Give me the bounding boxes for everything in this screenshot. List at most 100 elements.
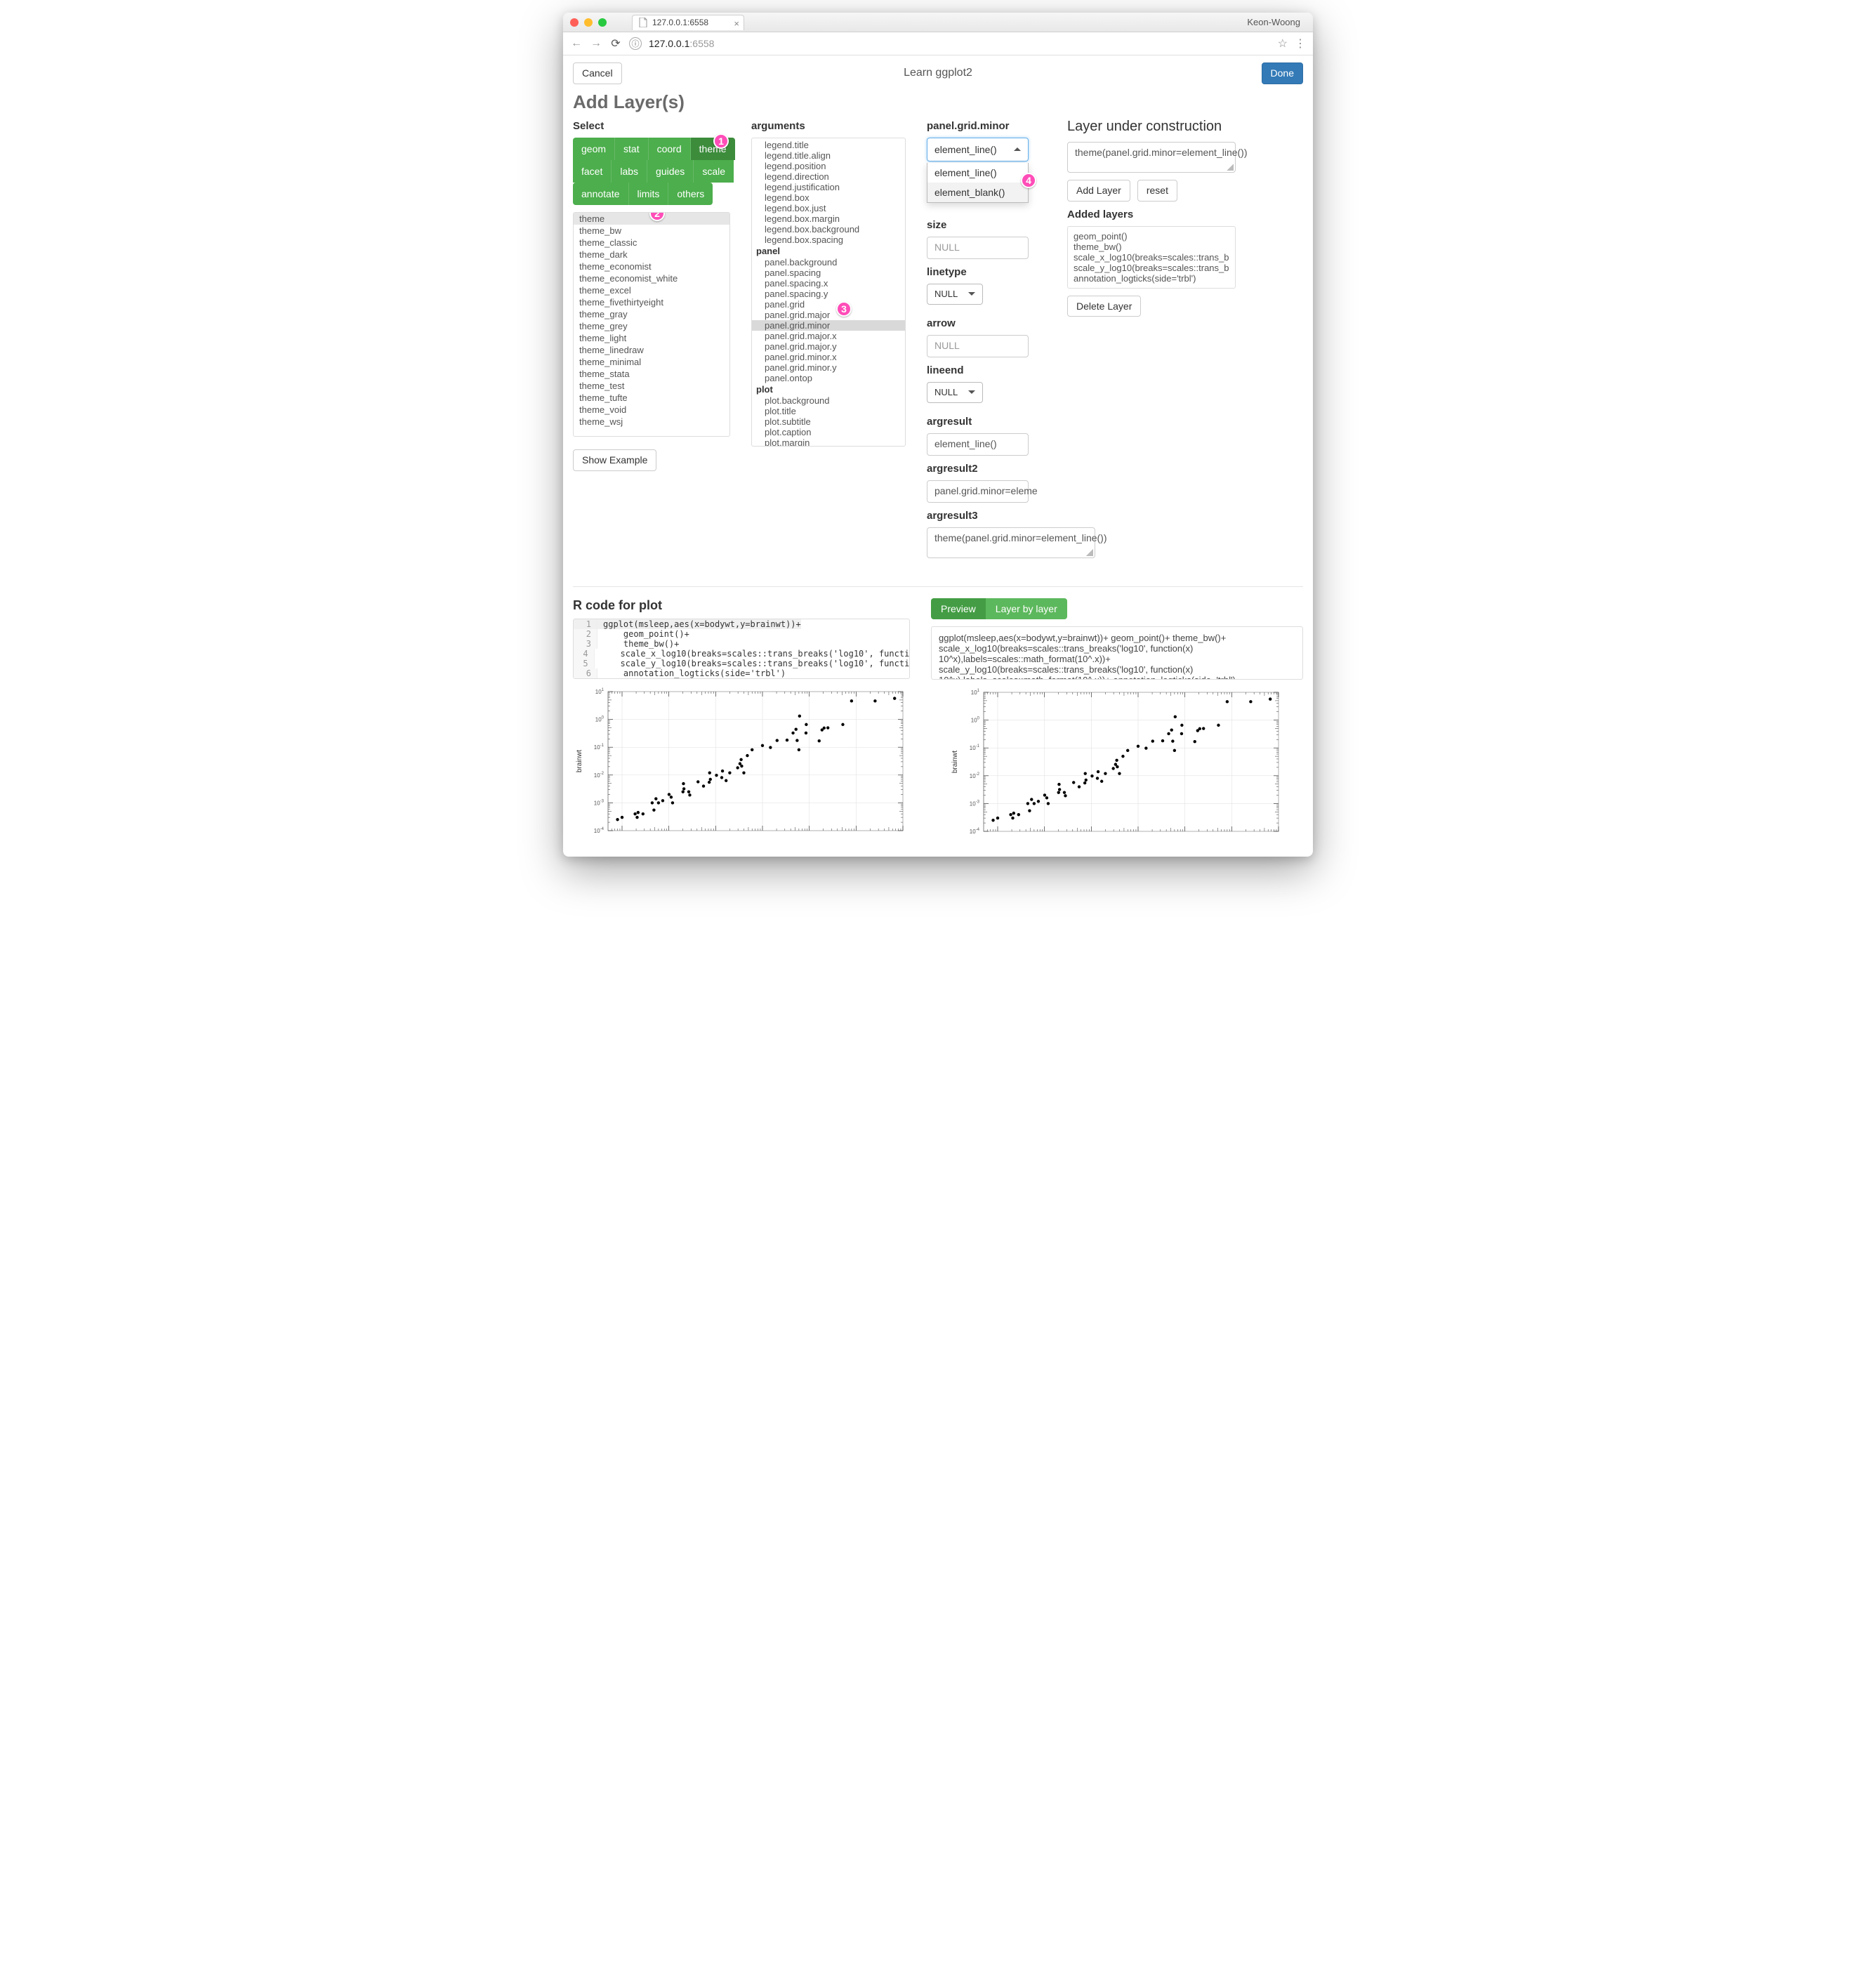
minimize-window-icon[interactable] bbox=[584, 18, 593, 27]
pill-geom[interactable]: geom bbox=[573, 138, 615, 160]
nav-back-icon[interactable]: ← bbox=[570, 37, 583, 50]
svg-text:10-3: 10-3 bbox=[970, 800, 980, 807]
linetype-dropdown[interactable]: NULL bbox=[927, 284, 983, 305]
arg-item[interactable]: legend.box.background bbox=[752, 224, 905, 235]
show-example-button[interactable]: Show Example bbox=[573, 449, 656, 471]
list-item[interactable]: theme_excel bbox=[574, 284, 729, 296]
list-item[interactable]: theme_tufte bbox=[574, 392, 729, 404]
arg-item[interactable]: legend.position bbox=[752, 161, 905, 171]
arg-item[interactable]: panel.ontop bbox=[752, 373, 905, 383]
pill-annotate[interactable]: annotate bbox=[573, 183, 629, 205]
layer-line[interactable]: annotation_logticks(side='trbl') bbox=[1074, 273, 1229, 284]
arg-item[interactable]: panel.spacing.x bbox=[752, 278, 905, 289]
arg-item[interactable]: panel.grid.major.y bbox=[752, 341, 905, 352]
layer-line[interactable]: scale_x_log10(breaks=scales::trans_break… bbox=[1074, 252, 1229, 263]
size-input[interactable]: NULL bbox=[927, 237, 1029, 259]
list-item[interactable]: theme_dark bbox=[574, 249, 729, 260]
list-item[interactable]: theme_gray bbox=[574, 308, 729, 320]
layer-line[interactable]: theme_bw() bbox=[1074, 242, 1229, 252]
arrow-input[interactable]: NULL bbox=[927, 335, 1029, 357]
pill-stat[interactable]: stat bbox=[615, 138, 649, 160]
pill-labs[interactable]: labs bbox=[612, 160, 647, 183]
arg-item[interactable]: panel.grid.minor.y bbox=[752, 362, 905, 373]
construction-textarea[interactable]: theme(panel.grid.minor=element_line()) bbox=[1067, 142, 1236, 173]
done-button[interactable]: Done bbox=[1262, 62, 1303, 84]
layer-line[interactable]: geom_point() bbox=[1074, 231, 1229, 242]
arguments-list[interactable]: legend.titlelegend.title.alignlegend.pos… bbox=[751, 138, 906, 447]
list-item[interactable]: theme_bw bbox=[574, 225, 729, 237]
browser-tab-title: 127.0.0.1:6558 bbox=[652, 18, 708, 27]
arg-item[interactable]: legend.title.align bbox=[752, 150, 905, 161]
menu-icon[interactable]: ⋮ bbox=[1295, 37, 1306, 51]
list-item[interactable]: theme_void bbox=[574, 404, 729, 416]
list-item[interactable]: theme_light bbox=[574, 332, 729, 344]
arg-item[interactable]: plot.background bbox=[752, 395, 905, 406]
argresult2-input[interactable]: panel.grid.minor=eleme bbox=[927, 480, 1029, 503]
pill-scale[interactable]: scale bbox=[694, 160, 734, 183]
close-window-icon[interactable] bbox=[570, 18, 579, 27]
pill-guides[interactable]: guides bbox=[647, 160, 694, 183]
pill-coord[interactable]: coord bbox=[649, 138, 691, 160]
arg-item[interactable]: legend.box bbox=[752, 192, 905, 203]
lineend-dropdown[interactable]: NULL bbox=[927, 382, 983, 403]
pill-facet[interactable]: facet bbox=[573, 160, 612, 183]
arg-item[interactable]: legend.box.just bbox=[752, 203, 905, 213]
tab-layerbylayer[interactable]: Layer by layer bbox=[986, 598, 1067, 619]
arg-item[interactable]: panel.grid.minor.x bbox=[752, 352, 905, 362]
argresult3-textarea[interactable]: theme(panel.grid.minor=element_line()) bbox=[927, 527, 1095, 558]
list-item[interactable]: theme_wsj bbox=[574, 416, 729, 428]
pill-others[interactable]: others bbox=[668, 183, 713, 205]
list-item[interactable]: theme_fivethirtyeight bbox=[574, 296, 729, 308]
arg-item[interactable]: panel.grid.minor bbox=[752, 320, 905, 331]
arg-item[interactable]: panel.grid bbox=[752, 299, 905, 310]
bookmark-icon[interactable]: ☆ bbox=[1278, 37, 1288, 51]
dropdown-option[interactable]: element_line() bbox=[927, 163, 1028, 183]
arg-item[interactable]: plot.title bbox=[752, 406, 905, 416]
profile-name[interactable]: Keon-Woong bbox=[1247, 17, 1306, 27]
list-item[interactable]: theme_economist_white bbox=[574, 272, 729, 284]
tab-close-icon[interactable]: × bbox=[734, 18, 739, 29]
delete-layer-button[interactable]: Delete Layer bbox=[1067, 296, 1141, 317]
dropdown-option[interactable]: element_blank() bbox=[927, 183, 1028, 202]
reload-icon[interactable]: ⟳ bbox=[609, 37, 622, 51]
browser-tab[interactable]: 127.0.0.1:6558 × bbox=[632, 15, 744, 30]
arg-item[interactable]: legend.justification bbox=[752, 182, 905, 192]
list-item[interactable]: theme_test bbox=[574, 380, 729, 392]
arg-item[interactable]: plot.caption bbox=[752, 427, 905, 437]
arg-item[interactable]: plot.subtitle bbox=[752, 416, 905, 427]
code-editor[interactable]: 1ggplot(msleep,aes(x=bodywt,y=brainwt))+… bbox=[573, 619, 910, 679]
list-item[interactable]: theme_linedraw bbox=[574, 344, 729, 356]
zoom-window-icon[interactable] bbox=[598, 18, 607, 27]
added-layers-list[interactable]: geom_point() theme_bw() scale_x_log10(br… bbox=[1067, 226, 1236, 289]
arg-item[interactable]: legend.direction bbox=[752, 171, 905, 182]
rcode-heading: R code for plot bbox=[573, 598, 910, 613]
list-item[interactable]: theme_economist bbox=[574, 260, 729, 272]
tab-preview[interactable]: Preview bbox=[931, 598, 986, 619]
argresult-input[interactable]: element_line() bbox=[927, 433, 1029, 456]
arg-item[interactable]: legend.box.spacing bbox=[752, 235, 905, 245]
add-layer-button[interactable]: Add Layer bbox=[1067, 180, 1130, 202]
list-item[interactable]: theme_minimal bbox=[574, 356, 729, 368]
arg-item[interactable]: plot.margin bbox=[752, 437, 905, 447]
param-main-dropdown[interactable]: element_line() bbox=[927, 138, 1029, 161]
cancel-button[interactable]: Cancel bbox=[573, 62, 622, 84]
arg-item[interactable]: legend.title bbox=[752, 140, 905, 150]
pill-limits[interactable]: limits bbox=[629, 183, 669, 205]
arg-item[interactable]: panel.spacing bbox=[752, 268, 905, 278]
theme-selector-list[interactable]: theme theme_bw theme_classic theme_dark … bbox=[573, 212, 730, 437]
list-item[interactable]: theme_grey bbox=[574, 320, 729, 332]
arg-item[interactable]: panel.grid.major.x bbox=[752, 331, 905, 341]
reset-button[interactable]: reset bbox=[1137, 180, 1177, 202]
preview-snippet: ggplot(msleep,aes(x=bodywt,y=brainwt))+ … bbox=[931, 626, 1303, 680]
arg-item[interactable]: legend.box.margin bbox=[752, 213, 905, 224]
browser-toolbar: ← → ⟳ ⓘ 127.0.0.1:6558 ☆ ⋮ bbox=[563, 32, 1313, 55]
list-item[interactable]: theme_stata bbox=[574, 368, 729, 380]
arg-item[interactable]: panel.grid.major bbox=[752, 310, 905, 320]
address-bar[interactable]: 127.0.0.1:6558 bbox=[649, 38, 1271, 49]
arg-item[interactable]: panel.background bbox=[752, 257, 905, 268]
plot-right: 10-410-310-210-1100101brainwt bbox=[931, 688, 1303, 843]
layer-line[interactable]: scale_y_log10(breaks=scales::trans_break… bbox=[1074, 263, 1229, 273]
arg-item[interactable]: panel.spacing.y bbox=[752, 289, 905, 299]
list-item[interactable]: theme_classic bbox=[574, 237, 729, 249]
site-info-icon[interactable]: ⓘ bbox=[629, 37, 642, 50]
